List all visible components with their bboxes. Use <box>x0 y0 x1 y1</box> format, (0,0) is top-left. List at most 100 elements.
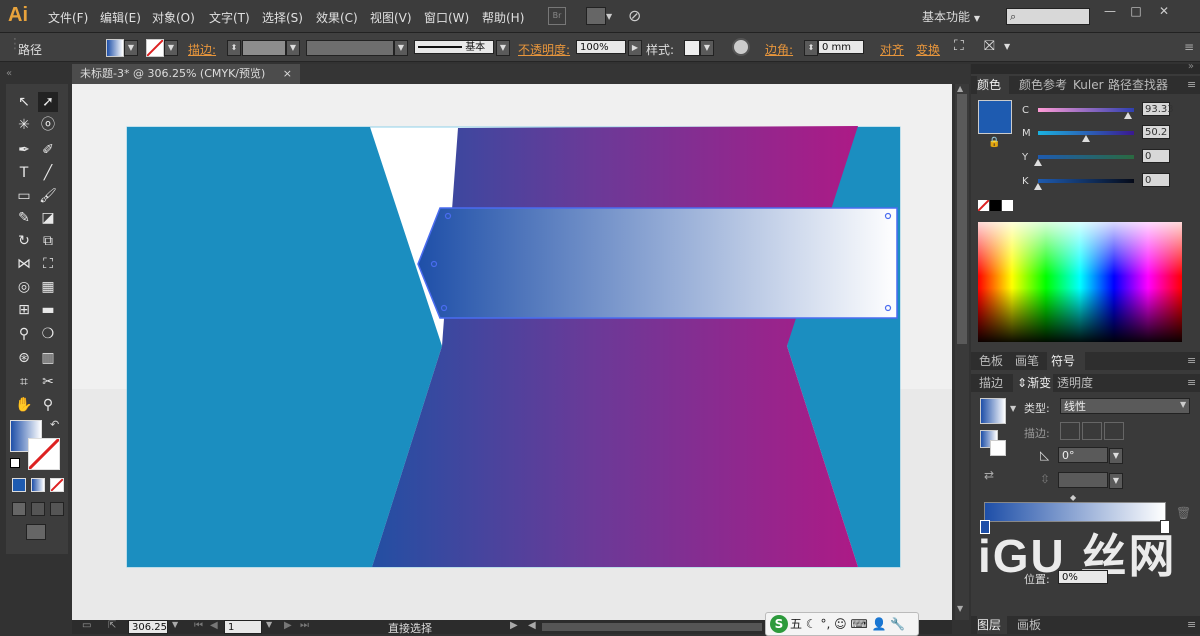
pencil-tool-icon[interactable]: ✎ <box>14 208 34 228</box>
close-tab-button[interactable]: × <box>283 64 292 84</box>
isolate-icon[interactable]: ⛶ <box>954 38 964 54</box>
align-link[interactable]: 对齐 <box>880 41 904 58</box>
artboard-field[interactable]: 1 <box>224 620 262 634</box>
tab-symbols[interactable]: 符号 <box>1047 352 1085 370</box>
reverse-gradient-icon[interactable]: ⇄ <box>984 468 994 482</box>
symbol-sprayer-tool-icon[interactable]: ⊛ <box>14 348 34 368</box>
fill-swatch[interactable] <box>106 39 124 57</box>
maximize-button[interactable]: □ <box>1128 4 1144 18</box>
recolor-artwork-icon[interactable] <box>732 38 750 56</box>
tab-pathfinder[interactable]: 路径查找器 <box>1108 76 1168 94</box>
stroke-label[interactable]: 描边: <box>188 41 216 58</box>
tab-artboards[interactable]: 画板 <box>1017 616 1041 634</box>
eyedropper-tool-icon[interactable]: ⚲ <box>14 324 34 344</box>
emoji-icon[interactable]: ☺ <box>834 617 847 631</box>
brush-definition[interactable]: 基本 <box>414 40 494 54</box>
gradient-tool-icon[interactable]: ▬ <box>38 300 58 320</box>
collapse-icon[interactable]: « <box>6 68 12 79</box>
menu-edit[interactable]: 编辑(E) <box>100 9 141 26</box>
transform-link[interactable]: 变换 <box>916 41 940 58</box>
lock-icon[interactable]: 🔒 <box>988 137 1000 148</box>
slider-thumb[interactable] <box>1082 135 1091 142</box>
chevron-down-icon[interactable]: ▼ <box>606 12 612 21</box>
chevron-down-icon[interactable]: ▼ <box>1010 404 1016 413</box>
chevron-down-icon[interactable]: ▼ <box>172 620 178 629</box>
angle-field[interactable]: 0° <box>1058 447 1108 463</box>
corner-stepper[interactable]: ⬍ <box>804 40 818 56</box>
scroll-down-icon[interactable]: ▼ <box>957 604 963 613</box>
opacity-field[interactable]: 100% <box>576 40 626 54</box>
width-tool-icon[interactable]: ⋈ <box>14 254 34 274</box>
tab-color[interactable]: 颜色 <box>977 76 1009 94</box>
draw-behind-icon[interactable] <box>31 502 45 516</box>
type-tool-icon[interactable]: T <box>14 163 34 183</box>
document-tab[interactable]: 未标题-3* @ 306.25% (CMYK/预览) × <box>72 64 300 84</box>
tab-transparency[interactable]: 透明度 <box>1057 374 1093 392</box>
mesh-tool-icon[interactable]: ⊞ <box>14 300 34 320</box>
yellow-value-field[interactable]: 0 <box>1142 149 1170 163</box>
artboard-tool-icon[interactable]: ⌗ <box>14 372 34 392</box>
panel-menu-icon[interactable]: ≡ <box>1184 40 1194 54</box>
corner-label[interactable]: 边角: <box>765 41 793 58</box>
menu-window[interactable]: 窗口(W) <box>424 9 469 26</box>
blend-tool-icon[interactable]: ❍ <box>38 324 58 344</box>
stroke-along-icon[interactable] <box>1082 422 1102 440</box>
color-mode-icon[interactable] <box>12 478 26 492</box>
last-artboard-icon[interactable]: ⏭ <box>300 620 309 631</box>
brush-dropdown[interactable]: ▼ <box>496 40 510 56</box>
style-dropdown[interactable]: ▼ <box>700 40 714 56</box>
gradient-banner[interactable] <box>417 207 898 319</box>
draw-normal-icon[interactable] <box>12 502 26 516</box>
pen-tool-icon[interactable]: ✒ <box>14 140 34 160</box>
stroke-swatch[interactable] <box>146 39 164 57</box>
graphic-style-swatch[interactable] <box>684 40 700 56</box>
share-icon[interactable]: ⇱ <box>108 620 116 631</box>
aspect-ratio-field[interactable] <box>1058 472 1108 488</box>
workspace-switcher[interactable]: 基本功能 ▼ <box>922 8 980 25</box>
perspective-grid-tool-icon[interactable]: ▦ <box>38 277 58 297</box>
delete-stop-icon[interactable]: 🗑 <box>1176 506 1191 520</box>
minimize-button[interactable]: — <box>1102 4 1118 18</box>
slider-thumb[interactable] <box>1034 159 1042 166</box>
scrollbar-thumb[interactable] <box>957 94 967 344</box>
gradient-mode-icon[interactable] <box>31 478 45 492</box>
rotate-tool-icon[interactable]: ↻ <box>14 231 34 251</box>
tab-stroke[interactable]: 描边 <box>979 374 1003 392</box>
location-field[interactable]: 0% <box>1058 570 1108 584</box>
column-graph-tool-icon[interactable]: ▥ <box>38 348 58 368</box>
magenta-value-field[interactable]: 50.2 <box>1142 125 1170 139</box>
stroke-color-box[interactable] <box>27 437 61 471</box>
swap-colors-icon[interactable]: ↶ <box>50 418 59 431</box>
yellow-slider-track[interactable] <box>1038 155 1134 159</box>
search-input[interactable]: ⌕ <box>1006 8 1090 25</box>
close-button[interactable]: ✕ <box>1156 4 1172 18</box>
default-colors-icon[interactable] <box>10 458 20 468</box>
chevron-down-icon[interactable]: ▼ <box>266 620 272 629</box>
free-transform-tool-icon[interactable]: ⛶ <box>38 254 58 274</box>
status-icon[interactable]: ▭ <box>82 620 91 631</box>
ime-toolbar[interactable]: S五 ☾ °, ☺ ⌨ 👤 🔧 <box>765 612 919 636</box>
gradient-type-select[interactable]: 线性 <box>1060 398 1190 414</box>
menu-file[interactable]: 文件(F) <box>48 9 88 26</box>
canvas[interactable] <box>72 84 952 620</box>
arrange-documents-icon[interactable] <box>586 7 606 25</box>
panel-menu-icon[interactable]: ≡ <box>1187 376 1196 389</box>
stroke-weight-field[interactable] <box>242 40 286 56</box>
aspect-dropdown[interactable]: ▼ <box>1109 473 1123 489</box>
menu-select[interactable]: 选择(S) <box>262 9 303 26</box>
tab-brushes[interactable]: 画笔 <box>1015 352 1039 370</box>
variable-width-profile[interactable] <box>306 40 394 56</box>
selection-tool-icon[interactable]: ↖ <box>14 92 34 112</box>
tab-swatches[interactable]: 色板 <box>979 352 1003 370</box>
opacity-label[interactable]: 不透明度: <box>518 41 570 58</box>
cyan-slider-track[interactable] <box>1038 108 1134 112</box>
gradient-preview[interactable] <box>980 398 1006 424</box>
gradient-stroke-box[interactable] <box>990 440 1006 456</box>
horizontal-scrollbar[interactable] <box>542 623 762 631</box>
zoom-tool-icon[interactable]: ⚲ <box>38 395 58 415</box>
user-icon[interactable]: 👤 <box>872 617 887 631</box>
gradient-slider[interactable] <box>984 502 1166 522</box>
slice-tool-icon[interactable]: ✂ <box>38 372 58 392</box>
menu-help[interactable]: 帮助(H) <box>482 9 524 26</box>
status-menu-icon[interactable]: ▶ <box>510 620 518 631</box>
